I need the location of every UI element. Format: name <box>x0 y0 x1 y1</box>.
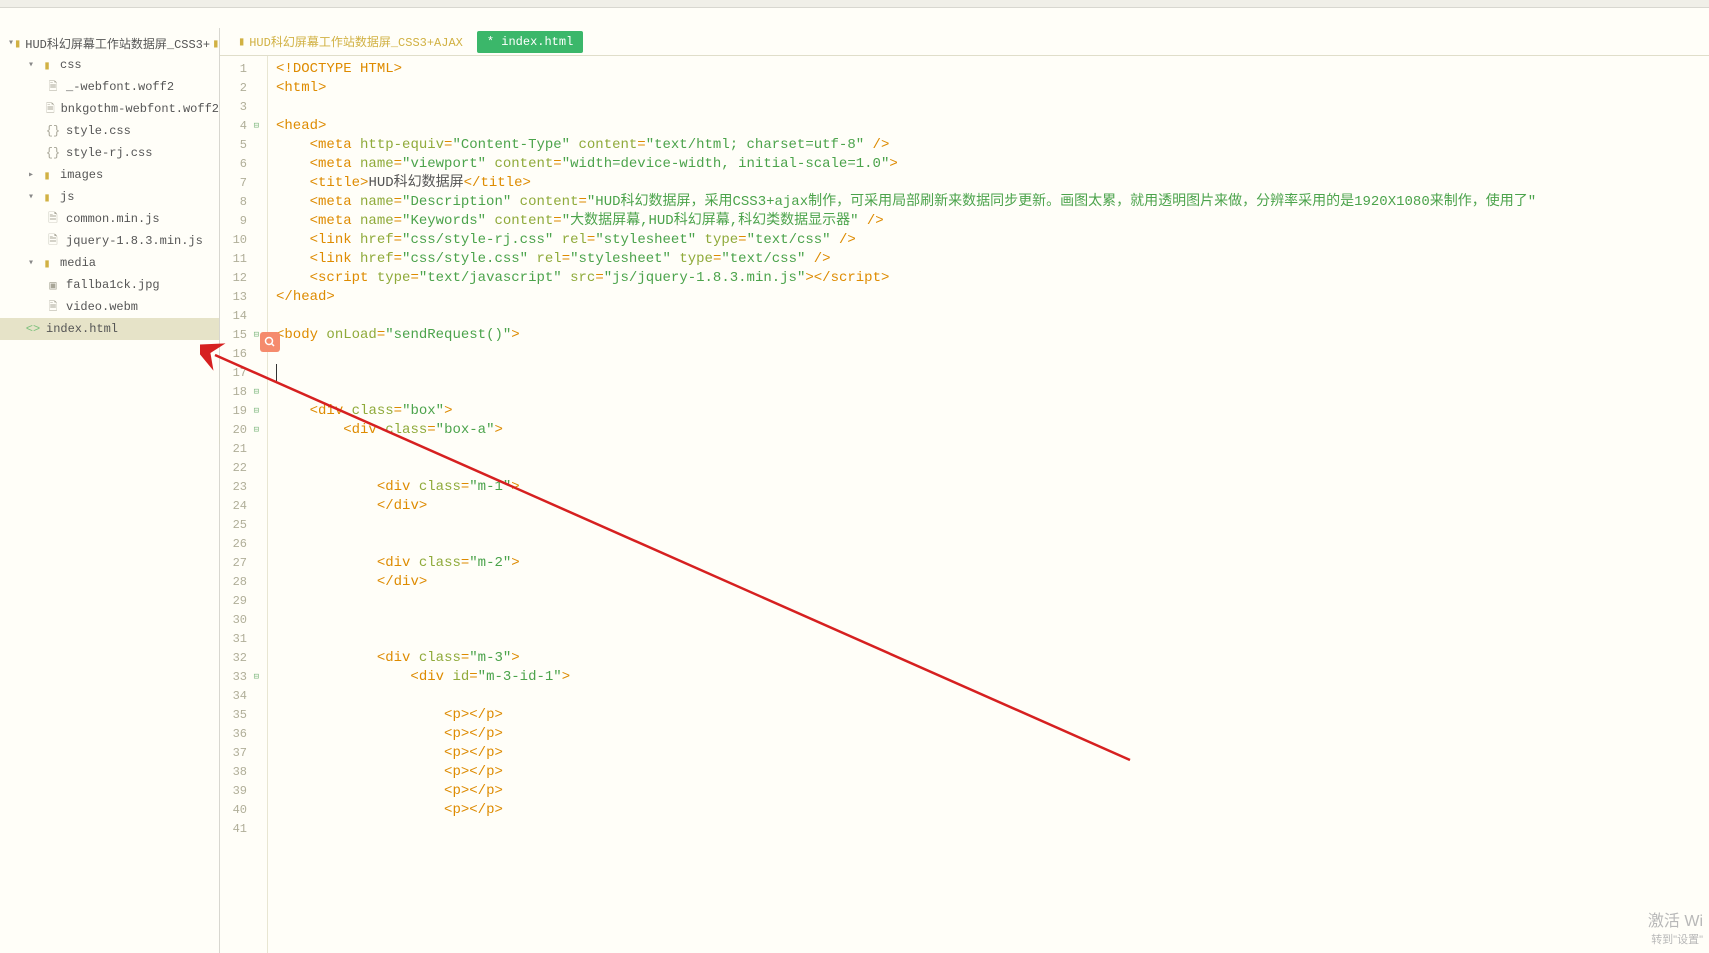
folder-icon: ▮ <box>38 190 56 205</box>
windows-activation-watermark: 激活 Wi 转到"设置" <box>1648 912 1703 947</box>
tree-file[interactable]: 🗎 video.webm <box>0 296 219 318</box>
toolbar <box>0 8 1709 28</box>
folder-icon: ▮ <box>38 256 56 271</box>
tree-label: style.css <box>66 124 131 138</box>
tree-folder-js[interactable]: ▾ ▮ js <box>0 186 219 208</box>
tree-label: bnkgothm-webfont.woff2 <box>61 102 219 116</box>
tree-label: js <box>60 190 74 204</box>
folder-icon: ▮ <box>38 168 56 183</box>
js-file-icon: 🗎 <box>44 209 62 230</box>
tree-folder-media[interactable]: ▾ ▮ media <box>0 252 219 274</box>
line-gutter: 1234⊟56789101112131415⊟161718⊟19⊟20⊟2122… <box>220 56 268 953</box>
watermark-sub: 转到"设置" <box>1648 933 1703 947</box>
tree-label: common.min.js <box>66 212 160 226</box>
title-bar <box>0 0 1709 8</box>
js-file-icon: 🗎 <box>44 231 62 252</box>
folder-icon: ▮ <box>238 34 245 49</box>
image-file-icon: ▣ <box>44 278 62 293</box>
editor-tabs: ▮ HUD科幻屏幕工作站数据屏_CSS3+AJAX * index.html <box>220 28 1709 56</box>
tab-active-file[interactable]: * index.html <box>477 31 583 53</box>
html-file-icon: <> <box>24 322 42 336</box>
tab-text: HUD科幻屏幕工作站数据屏_CSS3+AJAX <box>249 33 463 50</box>
code-area[interactable]: <!DOCTYPE HTML><html><head> <meta http-e… <box>268 56 1709 953</box>
tree-file[interactable]: {} style-rj.css <box>0 142 219 164</box>
tree-label: css <box>60 58 82 72</box>
editor-body[interactable]: 1234⊟56789101112131415⊟161718⊟19⊟20⊟2122… <box>220 56 1709 953</box>
chevron-down-icon: ▾ <box>24 257 38 269</box>
tree-label: index.html <box>46 322 118 336</box>
folder-icon: ▮ <box>14 36 21 51</box>
tree-label: HUD科幻屏幕工作站数据屏_CSS3+ <box>25 35 210 52</box>
tree-file[interactable]: 🗎 _-webfont.woff2 <box>0 76 219 98</box>
tree-label: fallba1ck.jpg <box>66 278 160 292</box>
editor-panel: ▮ HUD科幻屏幕工作站数据屏_CSS3+AJAX * index.html 1… <box>220 28 1709 953</box>
tree-file[interactable]: 🗎 common.min.js <box>0 208 219 230</box>
css-file-icon: {} <box>44 146 62 160</box>
chevron-down-icon: ▾ <box>24 59 38 71</box>
folder-icon: ▮ <box>38 58 56 73</box>
tree-file[interactable]: 🗎 jquery-1.8.3.min.js <box>0 230 219 252</box>
project-sidebar[interactable]: ▾ ▮ HUD科幻屏幕工作站数据屏_CSS3+ ▮ ▾ ▮ css 🗎 _-we… <box>0 28 220 953</box>
tree-root[interactable]: ▾ ▮ HUD科幻屏幕工作站数据屏_CSS3+ ▮ <box>0 32 219 54</box>
tree-file[interactable]: {} style.css <box>0 120 219 142</box>
watermark-title: 激活 Wi <box>1648 912 1703 933</box>
video-file-icon: 🗎 <box>44 298 62 317</box>
font-file-icon: 🗎 <box>44 78 62 97</box>
font-file-icon: 🗎 <box>44 100 57 119</box>
tree-label: media <box>60 256 96 270</box>
tree-label: images <box>60 168 103 182</box>
folder-icon: ▮ <box>212 36 219 51</box>
tree-label: jquery-1.8.3.min.js <box>66 234 203 248</box>
tree-label: _-webfont.woff2 <box>66 80 174 94</box>
main-layout: ▾ ▮ HUD科幻屏幕工作站数据屏_CSS3+ ▮ ▾ ▮ css 🗎 _-we… <box>0 28 1709 953</box>
tab-folder[interactable]: ▮ HUD科幻屏幕工作站数据屏_CSS3+AJAX <box>228 31 473 53</box>
css-file-icon: {} <box>44 124 62 138</box>
search-overlay-icon[interactable] <box>260 332 280 352</box>
chevron-down-icon: ▾ <box>24 191 38 203</box>
tree-file[interactable]: ▣ fallba1ck.jpg <box>0 274 219 296</box>
tree-label: video.webm <box>66 300 138 314</box>
tree-folder-images[interactable]: ▸ ▮ images <box>0 164 219 186</box>
tree-file-index[interactable]: <> index.html <box>0 318 219 340</box>
tab-text: * index.html <box>487 35 573 49</box>
tree-folder-css[interactable]: ▾ ▮ css <box>0 54 219 76</box>
tree-label: style-rj.css <box>66 146 152 160</box>
chevron-right-icon: ▸ <box>24 169 38 181</box>
tree-file[interactable]: 🗎 bnkgothm-webfont.woff2 <box>0 98 219 120</box>
